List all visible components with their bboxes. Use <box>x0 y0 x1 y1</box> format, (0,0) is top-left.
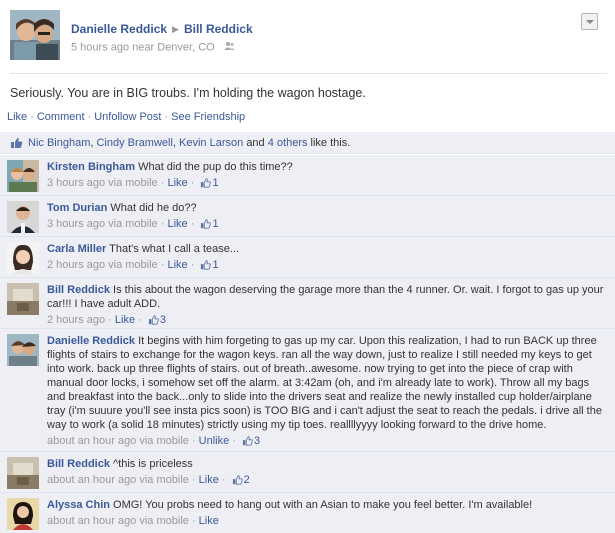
comment: Bill Reddick ^this is priceless about an… <box>0 452 615 493</box>
separator: · <box>87 111 92 123</box>
comment-time[interactable]: 3 hours ago via mobile <box>47 218 158 230</box>
post-location[interactable]: near Denver, CO <box>132 41 215 53</box>
avatar[interactable] <box>7 160 39 192</box>
likes-and: and <box>246 137 265 149</box>
comment-time[interactable]: about an hour ago via mobile <box>47 515 189 527</box>
comment-author-link[interactable]: Bill Reddick <box>47 284 110 296</box>
post-names: Danielle Reddick ▶ Bill Reddick <box>71 22 253 36</box>
avatar[interactable] <box>7 334 39 366</box>
comment-like-count[interactable]: 1 <box>212 177 218 189</box>
comment-like-count[interactable]: 2 <box>244 474 250 486</box>
post-time[interactable]: 5 hours ago <box>71 41 129 53</box>
thumbs-up-icon[interactable] <box>148 315 159 329</box>
comment-text: That's what I call a tease... <box>109 243 240 255</box>
comment-time[interactable]: about an hour ago via mobile <box>47 474 189 486</box>
thumbs-up-icon <box>10 137 23 152</box>
comment-author-link[interactable]: Kirsten Bingham <box>47 161 135 173</box>
comment-unlike-link[interactable]: Unlike <box>199 435 230 447</box>
thumbs-up-icon[interactable] <box>200 260 212 274</box>
comment-like-link[interactable]: Like <box>167 259 187 271</box>
comment: Bill Reddick Is this about the wagon des… <box>0 278 615 329</box>
comment-like-count[interactable]: 1 <box>212 259 218 271</box>
comment: Carla Miller That's what I call a tease.… <box>0 237 615 278</box>
comment-like-link[interactable]: Like <box>199 474 219 486</box>
comment-author-link[interactable]: Bill Reddick <box>47 458 110 470</box>
comment: Alyssa Chin OMG! You probs need to hang … <box>0 493 615 533</box>
post-meta: 5 hours ago near Denver, CO <box>71 41 235 54</box>
thumbs-up-icon[interactable] <box>232 475 243 489</box>
comment-time[interactable]: 2 hours ago <box>47 314 105 326</box>
liker-link[interactable]: Cindy Bramwell <box>96 137 172 149</box>
comment-like-count[interactable]: 3 <box>254 435 260 447</box>
avatar[interactable] <box>7 498 39 530</box>
comment-link[interactable]: Comment <box>37 111 85 123</box>
post-options-dropdown[interactable] <box>581 13 598 30</box>
comment-text: It begins with him forgeting to gas up m… <box>47 335 602 431</box>
comment-text: Is this about the wagon deserving the ga… <box>47 284 604 310</box>
post-actions: Like · Comment · Unfollow Post · See Friendshi… <box>7 111 245 123</box>
avatar[interactable] <box>7 242 39 274</box>
post-header: Danielle Reddick ▶ Bill Reddick 5 hours ag… <box>0 0 615 74</box>
comment: Danielle Reddick It begins with him forg… <box>0 329 615 452</box>
comment-author-link[interactable]: Alyssa Chin <box>47 499 110 511</box>
comment-time[interactable]: 2 hours ago via mobile <box>47 259 158 271</box>
comment-text: What did he do?? <box>110 202 197 214</box>
comment-like-link[interactable]: Like <box>199 515 219 527</box>
thumbs-up-icon[interactable] <box>242 436 253 450</box>
avatar[interactable] <box>10 10 60 60</box>
comment-text: What did the pup do this time?? <box>138 161 293 173</box>
post-text: Seriously. You are in BIG troubs. I'm ho… <box>10 86 366 100</box>
thumbs-up-icon[interactable] <box>200 178 212 192</box>
avatar[interactable] <box>7 283 39 315</box>
comment-author-link[interactable]: Carla Miller <box>47 243 106 255</box>
comment-like-link[interactable]: Like <box>167 177 187 189</box>
chevron-down-icon <box>586 20 594 24</box>
unfollow-post-link[interactable]: Unfollow Post <box>94 111 161 123</box>
likes-suffix: like this. <box>310 137 351 149</box>
avatar[interactable] <box>7 201 39 233</box>
comment-time[interactable]: about an hour ago via mobile <box>47 435 189 447</box>
comment-like-link[interactable]: Like <box>167 218 187 230</box>
avatar[interactable] <box>7 457 39 489</box>
comment-author-link[interactable]: Danielle Reddick <box>47 335 135 347</box>
comment: Tom Durian What did he do?? 3 hours ago … <box>0 196 615 237</box>
separator: · <box>30 111 34 123</box>
comment-like-count[interactable]: 3 <box>160 314 166 326</box>
post-author-link[interactable]: Danielle Reddick <box>71 22 167 36</box>
comment-text: OMG! You probs need to hang out with an … <box>113 499 533 511</box>
friends-icon[interactable] <box>223 41 235 54</box>
post-target-link[interactable]: Bill Reddick <box>184 22 253 36</box>
comment-author-link[interactable]: Tom Durian <box>47 202 107 214</box>
like-link[interactable]: Like <box>7 111 27 123</box>
see-friendship-link[interactable]: See Friendship <box>171 111 245 123</box>
comment: Kirsten Bingham What did the pup do this… <box>0 155 615 196</box>
comment-time[interactable]: 3 hours ago via mobile <box>47 177 158 189</box>
others-link[interactable]: 4 others <box>268 137 308 149</box>
thumbs-up-icon[interactable] <box>200 219 212 233</box>
divider <box>10 73 607 74</box>
comment-text: ^this is priceless <box>113 458 193 470</box>
liker-link[interactable]: Nic Bingham <box>28 137 90 149</box>
comment-like-count[interactable]: 1 <box>212 218 218 230</box>
separator: · <box>164 111 169 123</box>
comment-like-link[interactable]: Like <box>115 314 135 326</box>
liker-link[interactable]: Kevin Larson <box>179 137 243 149</box>
likes-summary: Nic Bingham, Cindy Bramwell, Kevin Larso… <box>0 132 615 154</box>
triangle-right-icon: ▶ <box>172 24 179 34</box>
